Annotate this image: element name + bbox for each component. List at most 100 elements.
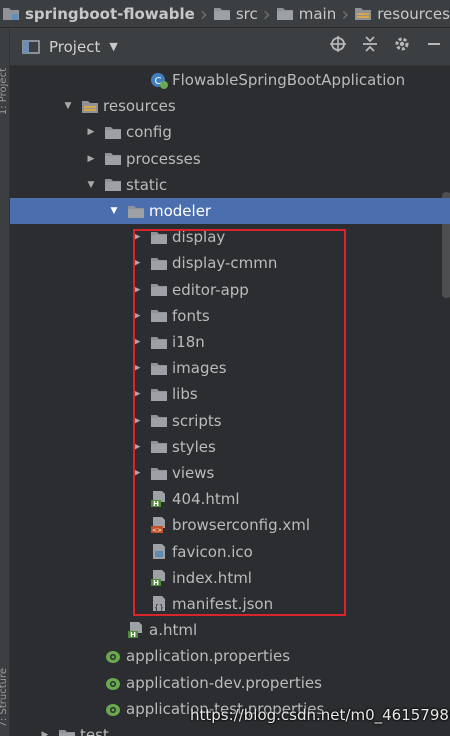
tree-item-label: processes <box>126 149 201 168</box>
tree-item[interactable]: ▶ editor-app <box>10 277 450 303</box>
breadcrumb-item[interactable]: resources <box>350 0 450 27</box>
breadcrumb-item[interactable]: springboot-flowable <box>0 0 199 27</box>
arrow-spacer <box>83 648 99 664</box>
folder-icon <box>58 727 76 736</box>
tree-item[interactable]: ▶ scripts <box>10 408 450 434</box>
expand-arrow-icon[interactable]: ▼ <box>83 177 99 193</box>
tree-item-label: display <box>172 228 226 247</box>
collapse-arrow-icon[interactable]: ▶ <box>129 386 145 402</box>
arrow-spacer <box>83 701 99 717</box>
breadcrumb-item[interactable]: src <box>209 0 262 27</box>
breadcrumb: springboot-flowable›src›main›resources› <box>0 0 450 28</box>
folder-icon <box>150 229 168 245</box>
html-file-icon: H <box>150 569 168 587</box>
tree-item-label: styles <box>172 437 216 456</box>
folder-icon <box>150 334 168 350</box>
tree-item[interactable]: ▶ test <box>10 722 450 736</box>
tree-item[interactable]: application.properties <box>10 643 450 669</box>
tree-item-label: views <box>172 464 215 482</box>
html-file-icon: H <box>127 622 145 639</box>
collapse-arrow-icon[interactable]: ▶ <box>129 465 145 481</box>
hide-button[interactable] <box>418 31 450 63</box>
svg-text:{}: {} <box>154 603 164 612</box>
tree-item-label: browserconfig.xml <box>172 516 311 535</box>
tree-item[interactable]: ▶ processes <box>10 146 450 172</box>
expand-arrow-icon[interactable]: ▼ <box>60 98 76 114</box>
tree-item[interactable]: Ha.html <box>10 617 450 643</box>
tree-item-label: 404.html <box>172 490 240 509</box>
left-tool-strip: 1: Project 7: Structure <box>0 28 10 736</box>
json-file-icon: {} <box>150 596 168 612</box>
tree-item[interactable]: ▼ modeler <box>10 198 450 224</box>
tree-item[interactable]: favicon.ico <box>10 539 450 565</box>
collapse-arrow-icon[interactable]: ▶ <box>129 229 145 245</box>
collapse-arrow-icon[interactable]: ▶ <box>129 255 145 271</box>
tree-item[interactable]: H 404.html <box>10 486 450 512</box>
html-file-icon: H <box>150 491 168 508</box>
tree-item[interactable]: Hindex.html <box>10 565 450 591</box>
collapse-arrow-icon[interactable]: ▶ <box>83 151 99 167</box>
expand-arrow-icon[interactable]: ▼ <box>106 203 122 219</box>
tree-item-label: libs <box>172 385 198 404</box>
tree-item[interactable]: ▼ static <box>10 172 450 198</box>
tree-item[interactable]: <> browserconfig.xml <box>10 512 450 538</box>
project-tool-tab[interactable]: 1: Project <box>0 68 9 115</box>
folder-icon <box>127 203 145 219</box>
arrow-spacer <box>129 517 145 533</box>
tree-item[interactable]: ▶ i18n <box>10 329 450 355</box>
tree-item[interactable]: {} manifest.json <box>10 591 450 617</box>
tree-item-label: modeler <box>149 202 212 220</box>
breadcrumb-label: main <box>298 4 337 23</box>
collapse-arrow-icon[interactable]: ▶ <box>129 413 145 429</box>
watermark: https://blog.csdn.net/m0_46157986 <box>190 706 450 724</box>
tree-item-label: scripts <box>172 411 222 430</box>
project-view-selector[interactable]: Project ▼ <box>10 38 118 56</box>
tree-item[interactable]: ▶ images <box>10 355 450 381</box>
tree-item-label: fonts <box>172 306 210 325</box>
folder-icon <box>150 465 168 481</box>
tree-item-label: resources <box>103 97 176 116</box>
tree-item[interactable]: ▶ config <box>10 119 450 145</box>
arrow-spacer <box>129 544 145 560</box>
tree-item[interactable]: ▼ resources <box>10 93 450 119</box>
arrow-spacer <box>106 622 122 638</box>
collapse-arrow-icon[interactable]: ▶ <box>129 439 145 455</box>
structure-tool-tab[interactable]: 7: Structure <box>0 668 9 727</box>
collapse-arrow-icon[interactable]: ▶ <box>37 727 53 736</box>
breadcrumb-separator: › <box>262 1 271 26</box>
settings-button[interactable] <box>386 31 418 63</box>
tree-item-label: images <box>172 359 227 378</box>
chevron-down-icon: ▼ <box>109 40 118 53</box>
tree-item-label: a.html <box>149 621 198 640</box>
tree-item[interactable]: C FlowableSpringBootApplication <box>10 67 450 93</box>
spring-properties-icon <box>104 675 122 691</box>
svg-text:H: H <box>130 631 136 639</box>
collapse-arrow-icon[interactable]: ▶ <box>129 282 145 298</box>
folder-icon <box>104 151 122 167</box>
folder-icon <box>150 255 168 271</box>
tree-item[interactable]: ▶ libs <box>10 381 450 407</box>
tree-item-label: i18n <box>172 333 205 351</box>
tree-item[interactable]: ▶ display-cmmn <box>10 250 450 276</box>
breadcrumb-label: springboot-flowable <box>25 4 195 23</box>
tree-item[interactable]: ▶ views <box>10 460 450 486</box>
collapse-arrow-icon[interactable]: ▶ <box>129 334 145 350</box>
tree-item[interactable]: ▶ styles <box>10 434 450 460</box>
collapse-arrow-icon[interactable]: ▶ <box>83 124 99 140</box>
breadcrumb-label: resources <box>377 4 450 23</box>
tree-item-label: manifest.json <box>172 595 274 613</box>
tree-item[interactable]: ▶ display <box>10 224 450 250</box>
project-view-title: Project <box>49 37 101 56</box>
breadcrumb-item[interactable]: main <box>272 0 340 27</box>
resources-folder-icon <box>81 98 99 114</box>
locate-button[interactable] <box>322 31 354 63</box>
tree-item-label: static <box>126 175 168 194</box>
locate-icon <box>329 35 347 58</box>
folder-icon <box>104 177 122 193</box>
collapse-arrow-icon[interactable]: ▶ <box>129 360 145 376</box>
project-toolbar: Project ▼ <box>10 28 450 66</box>
tree-item[interactable]: ▶ fonts <box>10 303 450 329</box>
collapse-all-button[interactable] <box>354 31 386 63</box>
collapse-arrow-icon[interactable]: ▶ <box>129 308 145 324</box>
tree-item[interactable]: application-dev.properties <box>10 670 450 696</box>
